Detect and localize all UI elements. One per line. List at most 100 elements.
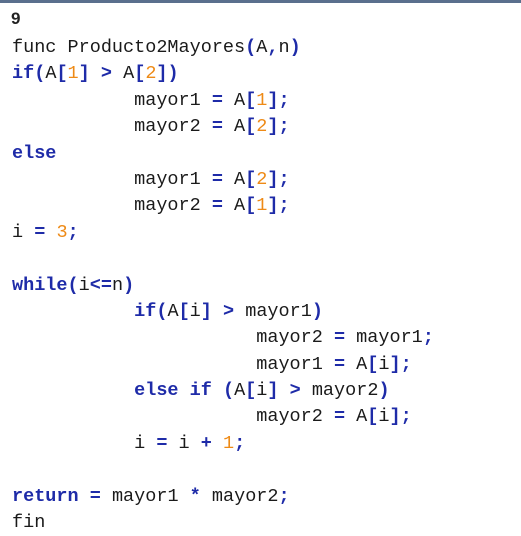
code-token: ( — [34, 63, 46, 85]
code-line: i = 3; — [12, 220, 434, 246]
code-token: else if — [134, 380, 212, 402]
code-token: ( — [156, 300, 168, 322]
code-token: [ — [245, 89, 257, 111]
code-token: mayor1 — [12, 89, 212, 111]
code-token: = — [211, 168, 223, 190]
code-line: i = i + 1; — [12, 431, 434, 457]
code-token: ; — [67, 221, 79, 243]
code-token: A — [222, 89, 246, 111]
code-token: > — [100, 63, 112, 85]
code-line: else — [12, 141, 434, 167]
top-border — [0, 0, 521, 3]
code-token: i — [78, 274, 90, 296]
code-token: A — [345, 353, 368, 375]
code-token: [ — [245, 168, 257, 190]
code-block: func Producto2Mayores(A,n) if(A[1] > A[2]… — [12, 35, 434, 536]
code-token: 1 — [67, 63, 79, 85]
code-token: A — [111, 63, 135, 85]
code-token: mayor1 — [234, 300, 312, 322]
code-token: i — [378, 406, 390, 428]
code-token: ( — [67, 274, 79, 296]
code-token: ( — [245, 37, 257, 58]
code-line: mayor2 = A[2]; — [12, 114, 434, 140]
code-token: ]; — [267, 195, 290, 217]
code-token: 1 — [256, 195, 268, 217]
code-line: if(A[i] > mayor1) — [12, 299, 434, 325]
code-token: = — [333, 406, 346, 428]
code-token: i — [378, 353, 390, 375]
code-token: func Producto2Mayores — [12, 37, 246, 58]
code-token: ]; — [267, 168, 290, 190]
code-token: ]; — [267, 89, 290, 111]
code-token: i — [189, 300, 201, 322]
code-token: return — [12, 485, 79, 507]
code-token: n — [111, 274, 124, 296]
code-token: mayor2 — [12, 406, 334, 428]
code-token: ; — [422, 327, 434, 349]
code-token: [ — [134, 63, 146, 85]
code-token: = — [156, 432, 168, 454]
code-token: , — [267, 37, 279, 58]
code-line: mayor1 = A[i]; — [12, 352, 434, 378]
code-token: mayor1 — [100, 485, 190, 507]
code-token: [ — [245, 116, 257, 138]
code-token: A — [167, 300, 179, 322]
code-token: mayor1 — [12, 168, 212, 190]
code-token: ]; — [267, 116, 290, 138]
code-token: ] — [78, 63, 90, 85]
code-token: A — [234, 380, 246, 402]
code-token: fin — [12, 512, 46, 534]
code-token: mayor2 — [200, 485, 279, 507]
code-token: > — [289, 380, 301, 402]
code-line: fin — [12, 510, 434, 536]
code-token: [ — [367, 406, 379, 428]
code-token: ]; — [389, 406, 412, 428]
code-token: = — [211, 89, 223, 111]
code-token: ) — [123, 274, 135, 296]
code-token: mayor2 — [12, 195, 212, 217]
code-token: i — [12, 221, 35, 243]
code-token: ; — [234, 432, 246, 454]
code-token: ) — [311, 300, 323, 322]
code-token: ] — [200, 300, 212, 322]
code-token: 1 — [222, 432, 235, 454]
code-token: ) — [378, 380, 390, 402]
code-line: while(i<=n) — [12, 273, 434, 299]
code-token: [ — [56, 63, 68, 85]
code-token: ( — [222, 380, 235, 402]
code-token: i — [256, 380, 268, 402]
code-line: mayor1 = A[1]; — [12, 88, 434, 114]
code-token: <= — [89, 274, 112, 296]
code-token: mayor2 — [300, 380, 379, 402]
code-token: [ — [245, 380, 257, 402]
code-line: else if (A[i] > mayor2) — [12, 378, 434, 404]
code-token: mayor2 — [12, 116, 212, 138]
code-token: else — [12, 142, 57, 164]
code-token: ] — [267, 380, 279, 402]
code-token: A — [222, 195, 246, 217]
code-token: mayor1 — [345, 327, 423, 349]
code-token: A — [222, 168, 246, 190]
code-line: return = mayor1 * mayor2; — [12, 484, 434, 510]
code-line: if(A[1] > A[2]) — [12, 61, 434, 87]
code-token: = — [211, 195, 223, 217]
code-token: A — [45, 63, 57, 85]
code-line: mayor2 = A[1]; — [12, 193, 434, 219]
code-token: ]) — [156, 63, 179, 85]
code-token: [ — [178, 300, 190, 322]
code-line: mayor1 = A[2]; — [12, 167, 434, 193]
code-token: ) — [289, 37, 301, 58]
code-token: i — [167, 432, 201, 454]
code-token: [ — [245, 195, 257, 217]
code-token: > — [223, 300, 235, 322]
